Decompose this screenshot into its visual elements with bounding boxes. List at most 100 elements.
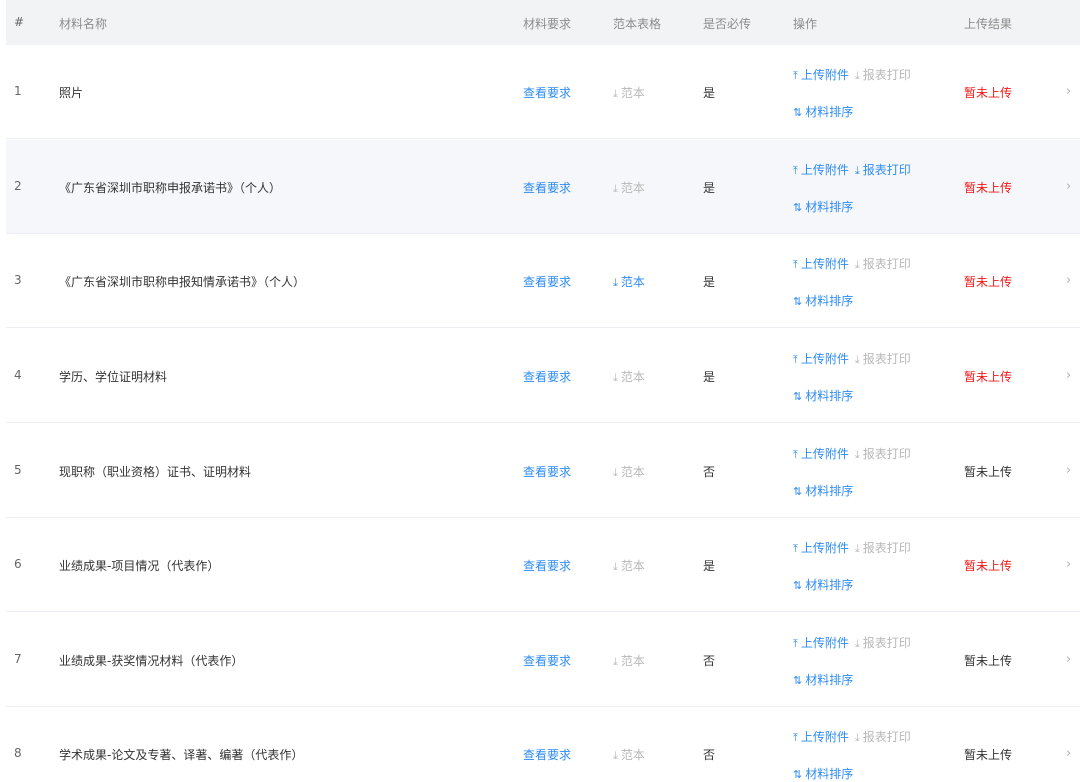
view-requirement-link[interactable]: 查看要求 [523,84,571,101]
header-index: # [14,15,25,29]
table-row[interactable]: 3 《广东省深圳市职称申报知情承诺书》（个人） 查看要求 ⤓ 范本 是 ⤒ 上传附件… [6,234,1080,328]
download-icon: ⤓ [613,749,618,762]
upload-attachment-button[interactable]: ⤒ 上传附件 [793,541,849,555]
report-print-button[interactable]: ⤓ 报表打印 [855,730,911,744]
chevron-right-icon[interactable]: › [1066,84,1071,99]
row-index: 8 [14,746,22,760]
material-sort-button[interactable]: ⇅ 材料排序 [793,576,853,593]
template-label: 范本 [620,654,645,668]
material-sort-button[interactable]: ⇅ 材料排序 [793,198,853,215]
chevron-right-icon[interactable]: › [1066,368,1071,383]
template-download-button[interactable]: ⤓ 范本 [613,557,645,574]
view-requirement-link[interactable]: 查看要求 [523,179,571,196]
report-print-button[interactable]: ⤓ 报表打印 [855,352,911,366]
chevron-right-icon[interactable]: › [1066,557,1071,572]
material-sort-button[interactable]: ⇅ 材料排序 [793,103,853,120]
view-requirement-link[interactable]: 查看要求 [523,273,571,290]
download-icon: ⤓ [613,276,618,289]
operations-primary: ⤒ 上传附件 ⤓ 报表打印 [793,634,911,651]
table-row[interactable]: 4 学历、学位证明材料 查看要求 ⤓ 范本 是 ⤒ 上传附件 ⤓ 报表打印 ⇅ 材料排序 … [6,329,1080,423]
upload-icon: ⤒ [793,258,798,271]
upload-attachment-button[interactable]: ⤒ 上传附件 [793,447,849,461]
sort-label: 材料排序 [805,105,854,119]
chevron-right-icon[interactable]: › [1066,746,1071,761]
template-download-button[interactable]: ⤓ 范本 [613,84,645,101]
view-requirement-link[interactable]: 查看要求 [523,463,571,480]
operations-primary: ⤒ 上传附件 ⤓ 报表打印 [793,445,911,462]
material-name: 学历、学位证明材料 [59,370,168,384]
print-label: 报表打印 [862,257,911,271]
upload-icon: ⤒ [793,637,798,650]
header-operations: 操作 [793,17,818,31]
operations-primary: ⤒ 上传附件 ⤓ 报表打印 [793,66,911,83]
upload-result: 暂未上传 [964,86,1013,100]
template-download-button[interactable]: ⤓ 范本 [613,746,645,763]
table-row[interactable]: 8 学术成果-论文及专著、译著、编著（代表作） 查看要求 ⤓ 范本 否 ⤒ 上传附件… [6,707,1080,782]
required-value: 是 [703,559,716,573]
upload-attachment-button[interactable]: ⤒ 上传附件 [793,163,849,177]
upload-icon: ⤒ [793,164,798,177]
material-sort-button[interactable]: ⇅ 材料排序 [793,482,853,499]
view-requirement-link[interactable]: 查看要求 [523,557,571,574]
chevron-right-icon[interactable]: › [1066,463,1071,478]
template-label: 范本 [620,275,645,289]
report-print-button[interactable]: ⤓ 报表打印 [855,541,911,555]
header-requirement: 材料要求 [523,17,572,31]
report-print-button[interactable]: ⤓ 报表打印 [855,68,911,82]
report-print-button[interactable]: ⤓ 报表打印 [855,636,911,650]
material-sort-button[interactable]: ⇅ 材料排序 [793,387,853,404]
upload-attachment-button[interactable]: ⤒ 上传附件 [793,730,849,744]
chevron-right-icon[interactable]: › [1066,273,1071,288]
operations-primary: ⤒ 上传附件 ⤓ 报表打印 [793,350,911,367]
upload-result: 暂未上传 [964,370,1013,384]
table-row[interactable]: 5 现职称（职业资格）证书、证明材料 查看要求 ⤓ 范本 否 ⤒ 上传附件 ⤓ 报表打印… [6,424,1080,518]
upload-attachment-button[interactable]: ⤒ 上传附件 [793,68,849,82]
report-print-button[interactable]: ⤓ 报表打印 [855,163,911,177]
header-required: 是否必传 [703,17,752,31]
upload-attachment-button[interactable]: ⤒ 上传附件 [793,257,849,271]
row-index: 6 [14,557,22,571]
row-index: 2 [14,179,22,193]
upload-icon: ⤒ [793,353,798,366]
material-name: 学术成果-论文及专著、译著、编著（代表作） [59,748,304,762]
template-download-button[interactable]: ⤓ 范本 [613,273,645,290]
operations-primary: ⤒ 上传附件 ⤓ 报表打印 [793,161,911,178]
required-value: 是 [703,275,716,289]
table-row[interactable]: 1 照片 查看要求 ⤓ 范本 是 ⤒ 上传附件 ⤓ 报表打印 ⇅ 材料排序 暂未上传 › [6,45,1080,139]
print-label: 报表打印 [862,163,911,177]
chevron-right-icon[interactable]: › [1066,652,1071,667]
upload-label: 上传附件 [800,163,849,177]
template-download-button[interactable]: ⤓ 范本 [613,652,645,669]
template-download-button[interactable]: ⤓ 范本 [613,463,645,480]
upload-result: 暂未上传 [964,559,1013,573]
download-icon: ⤓ [613,182,618,195]
table-row[interactable]: 2 《广东省深圳市职称申报承诺书》（个人） 查看要求 ⤓ 范本 是 ⤒ 上传附件 ⤓ 报… [6,140,1080,234]
material-sort-button[interactable]: ⇅ 材料排序 [793,671,853,688]
template-label: 范本 [620,748,645,762]
report-print-button[interactable]: ⤓ 报表打印 [855,447,911,461]
materials-table: # 材料名称 材料要求 范本表格 是否必传 操作 上传结果 1 照片 查看要求 … [0,0,1080,782]
view-requirement-link[interactable]: 查看要求 [523,652,571,669]
upload-attachment-button[interactable]: ⤒ 上传附件 [793,636,849,650]
download-icon: ⤓ [854,637,860,650]
table-row[interactable]: 6 业绩成果-项目情况（代表作） 查看要求 ⤓ 范本 是 ⤒ 上传附件 ⤓ 报表打印 ⇅… [6,518,1080,612]
row-index: 3 [14,273,22,287]
template-download-button[interactable]: ⤓ 范本 [613,368,645,385]
material-sort-button[interactable]: ⇅ 材料排序 [793,292,853,309]
material-name: 《广东省深圳市职称申报承诺书》（个人） [59,181,282,195]
template-download-button[interactable]: ⤓ 范本 [613,179,645,196]
material-name: 现职称（职业资格）证书、证明材料 [59,465,252,479]
sort-label: 材料排序 [805,200,854,214]
material-sort-button[interactable]: ⇅ 材料排序 [793,765,853,782]
header-result: 上传结果 [964,17,1013,31]
template-label: 范本 [620,181,645,195]
view-requirement-link[interactable]: 查看要求 [523,746,571,763]
chevron-right-icon[interactable]: › [1066,179,1071,194]
upload-icon: ⤒ [793,731,798,744]
report-print-button[interactable]: ⤓ 报表打印 [855,257,911,271]
upload-attachment-button[interactable]: ⤒ 上传附件 [793,352,849,366]
view-requirement-link[interactable]: 查看要求 [523,368,571,385]
table-row[interactable]: 7 业绩成果-获奖情况材料（代表作） 查看要求 ⤓ 范本 否 ⤒ 上传附件 ⤓ 报表打印… [6,613,1080,707]
sort-icon: ⇅ [793,485,803,498]
required-value: 否 [703,465,716,479]
